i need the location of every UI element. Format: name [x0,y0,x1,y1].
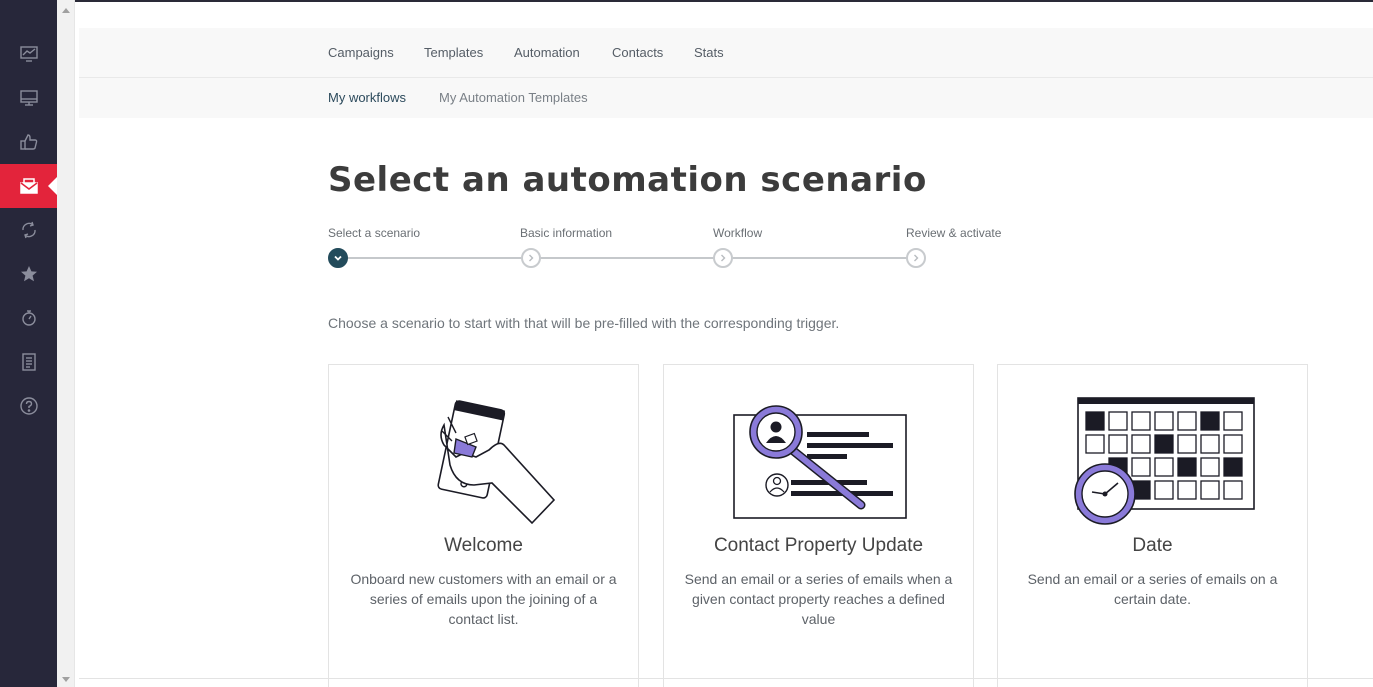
step-label-basic-information: Basic information [520,226,613,240]
page-title: Select an automation scenario [328,160,927,200]
sidebar-item-help[interactable] [0,384,57,428]
main-navigation: Campaigns Templates Automation Contacts … [79,28,1373,78]
chevron-right-icon [914,254,919,262]
card-description: Onboard new customers with an email or a… [350,571,617,627]
sidebar-item-monitor[interactable] [0,76,57,120]
step-dot-select-scenario [328,248,348,268]
scenario-card-contact-property-update[interactable]: Contact Property Update Send an email or… [663,364,974,687]
step-connector [732,257,908,259]
nav-tab-stats[interactable]: Stats [694,45,724,60]
sidebar-item-reports[interactable] [0,340,57,384]
dashboard-icon [19,46,38,62]
vertical-scrollbar[interactable] [57,0,75,687]
scenario-card-date[interactable]: Date Send an email or a series of emails… [997,364,1308,687]
sidebar-item-social[interactable] [0,120,57,164]
sidebar-item-dashboard[interactable] [0,32,57,76]
email-campaign-icon [19,178,38,194]
card-title: Welcome [444,535,523,556]
nav-tab-contacts[interactable]: Contacts [612,45,663,60]
step-connector [346,257,522,259]
sidebar-item-timer[interactable] [0,296,57,340]
contact-search-illustration-icon [732,405,907,519]
card-description: Send an email or a series of emails when… [684,571,953,627]
card-description: Send an email or a series of emails on a… [1027,571,1278,607]
check-icon [334,255,342,261]
sidebar-item-email[interactable] [0,164,58,208]
card-title: Date [1132,535,1173,556]
scroll-up-icon[interactable] [62,8,70,13]
star-icon [20,266,37,282]
nav-tab-automation[interactable]: Automation [514,45,580,60]
monitor-icon [19,90,38,106]
scroll-down-icon[interactable] [62,677,70,682]
sidebar-item-favorites[interactable] [0,252,57,296]
subnav-my-workflows[interactable]: My workflows [328,90,406,105]
chevron-right-icon [529,254,534,262]
step-dot-workflow [713,248,733,268]
reports-icon [21,353,36,371]
subnav-my-automation-templates[interactable]: My Automation Templates [439,90,588,105]
sidebar [0,0,58,687]
card-title: Contact Property Update [713,535,924,556]
step-dot-review-activate [906,248,926,268]
chevron-right-icon [721,254,726,262]
step-label-workflow: Workflow [713,226,763,240]
help-icon [19,397,38,415]
step-dot-basic-information [521,248,541,268]
refresh-icon [21,221,36,239]
calendar-clock-illustration-icon [1073,397,1255,525]
nav-tab-templates[interactable]: Templates [424,45,483,60]
nav-tab-campaigns[interactable]: Campaigns [328,45,394,60]
scenario-card-welcome[interactable]: Welcome Onboard new customers with an em… [328,364,639,687]
content-top-spacer [79,2,1373,28]
timer-icon [21,310,36,326]
thumbs-up-icon [19,134,37,150]
sidebar-item-automation[interactable] [0,208,57,252]
bottom-divider [79,678,1373,679]
intro-text: Choose a scenario to start with that wil… [328,315,840,331]
step-label-review-activate: Review & activate [906,226,1002,240]
sub-navigation: My workflows My Automation Templates [79,78,1373,118]
step-connector [539,257,715,259]
welcome-illustration-icon [436,400,555,525]
step-label-select-scenario: Select a scenario [328,226,421,240]
